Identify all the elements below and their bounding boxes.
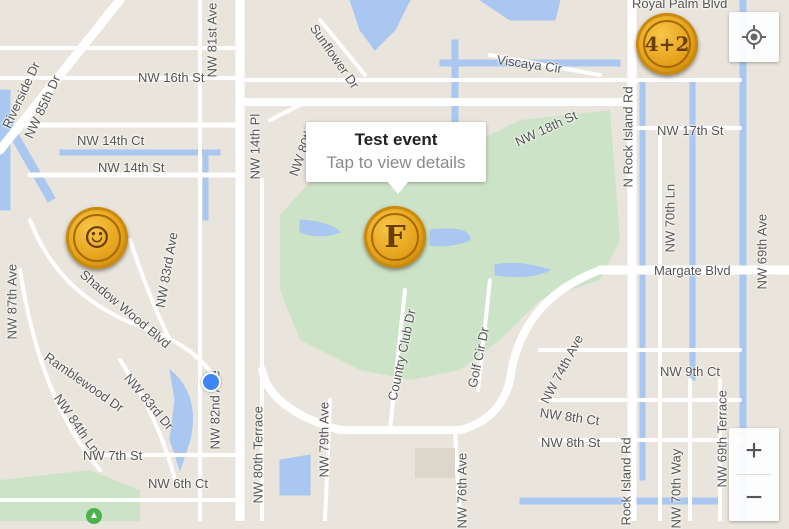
zoom-out-button[interactable]: − <box>729 475 779 521</box>
street-label-nw76th: NW 76th Ave <box>454 452 470 529</box>
my-location-button[interactable] <box>729 12 779 62</box>
poi-pin-icon[interactable]: ▲ <box>86 508 102 524</box>
building <box>415 448 455 478</box>
info-window-tail <box>388 182 408 194</box>
smiley-icon: ☺ <box>73 214 121 262</box>
street-label-nw14thpl: NW 14th Pl <box>247 113 263 180</box>
four-plus-two-icon: 4+2 <box>643 20 691 68</box>
four-plus-two-marker[interactable]: 4+2 <box>636 13 698 75</box>
info-window-subtitle: Tap to view details <box>326 153 466 172</box>
street-label-margate: Margate Blvd <box>654 263 731 278</box>
street-label-nw79th: NW 79th Ave <box>316 401 332 478</box>
f-letter-icon: F <box>371 213 419 261</box>
street-label-n-rock-island: N Rock Island Rd <box>620 86 636 188</box>
street-label-nw69thterr: NW 69th Terrace <box>714 390 730 488</box>
street-label-nw9thct: NW 9th Ct <box>660 364 720 379</box>
street-label-nw69th: NW 69th Ave <box>754 213 770 290</box>
street-label-nw70thln: NW 70th Ln <box>662 183 678 253</box>
street-label-nw16th: NW 16th St <box>138 70 205 85</box>
f-marker[interactable]: F <box>364 206 426 268</box>
smiley-marker[interactable]: ☺ <box>66 207 128 269</box>
street-label-nw14thst: NW 14th St <box>98 160 165 175</box>
current-location-dot <box>201 372 221 392</box>
street-label-nw87th: NW 87th Ave <box>4 263 20 340</box>
my-location-icon <box>742 25 766 49</box>
marker-info-window[interactable]: Test event Tap to view details <box>306 122 486 194</box>
zoom-in-button[interactable]: + <box>729 428 779 474</box>
street-label-rock-island-low: Rock Island Rd <box>618 437 634 526</box>
street-label-nw8thst: NW 8th St <box>541 435 601 450</box>
street-label-nw70thway: NW 70th Way <box>668 448 684 529</box>
street-label-nw81st: NW 81st Ave <box>204 2 220 78</box>
street-label-nw14thct: NW 14th Ct <box>77 133 145 148</box>
street-label-royal-palm: Royal Palm Blvd <box>632 0 728 11</box>
street-label-nw17th: NW 17th St <box>657 123 724 138</box>
info-window-title: Test event <box>354 130 438 149</box>
street-label-nw6thct: NW 6th Ct <box>148 476 208 491</box>
zoom-controls: + − <box>729 428 779 521</box>
street-label-nw80thterr: NW 80th Terrace <box>250 406 266 504</box>
street-label-nw7thst: NW 7th St <box>83 448 143 463</box>
